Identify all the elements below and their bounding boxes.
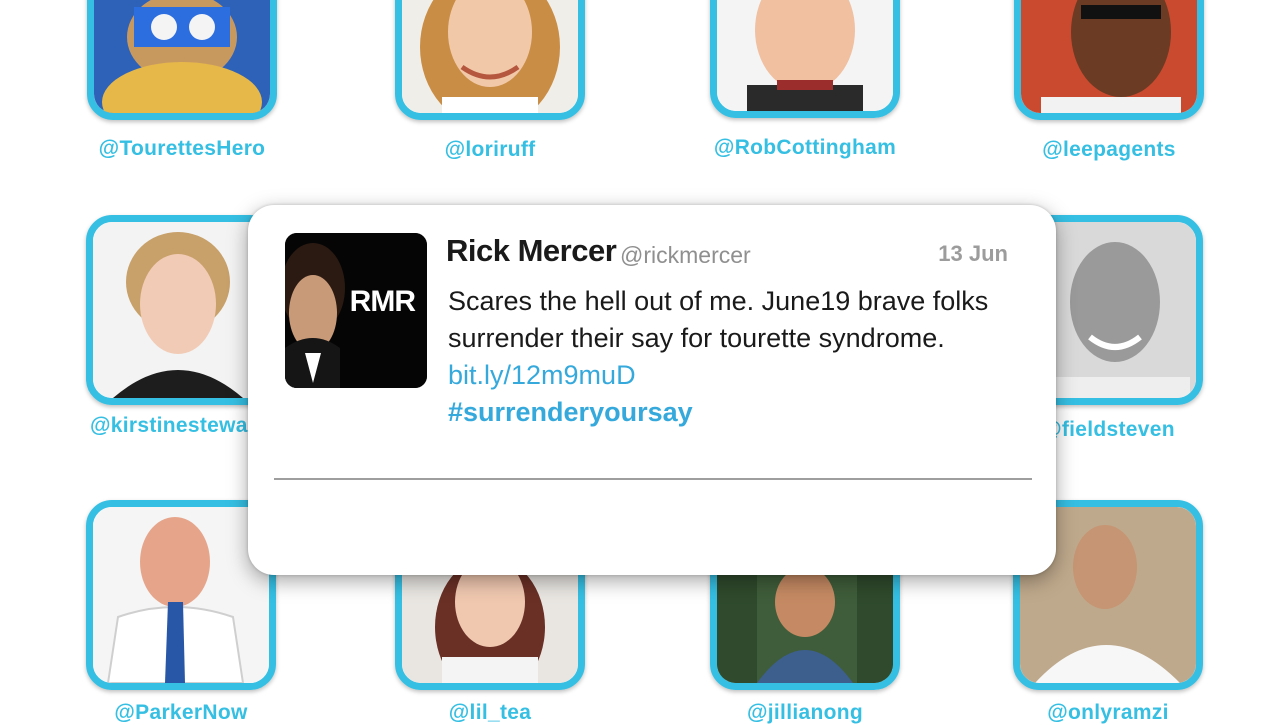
tweet-author-handle[interactable]: @rickmercer [620,242,751,269]
tweet-avatar[interactable]: RMR [285,233,427,388]
profile-photo [395,0,585,120]
tweet-hashtag[interactable]: #surrenderyoursay [448,397,693,427]
profile-handle[interactable]: @lil_tea [395,701,585,725]
profile-handle[interactable]: @jillianong [710,701,900,725]
tweet-link[interactable]: bit.ly/12m9muD [448,360,636,390]
profile-handle[interactable]: @leepagents [1014,138,1204,162]
profile-handle[interactable]: @ParkerNow [86,701,276,725]
tweet-divider [274,478,1032,480]
tweet-card[interactable]: RMR Rick Mercer @rickmercer 13 Jun Scare… [248,205,1056,575]
tweet-date[interactable]: 13 Jun [938,241,1008,267]
tweet-author-name[interactable]: Rick Mercer [446,233,617,269]
profile-handle[interactable]: @TourettesHero [87,137,277,161]
profile-handle[interactable]: @RobCottingham [710,136,900,160]
profile-photo [710,0,900,118]
profile-photo [87,0,277,120]
tweet-body-text: Scares the hell out of me. June19 brave … [448,286,989,353]
tweet-text: Scares the hell out of me. June19 brave … [448,283,1018,431]
profile-handle[interactable]: @onlyramzi [1013,701,1203,725]
avatar-logo-text: RMR [349,285,416,318]
profile-handle[interactable]: @loriruff [395,138,585,162]
profile-photo [1014,0,1204,120]
